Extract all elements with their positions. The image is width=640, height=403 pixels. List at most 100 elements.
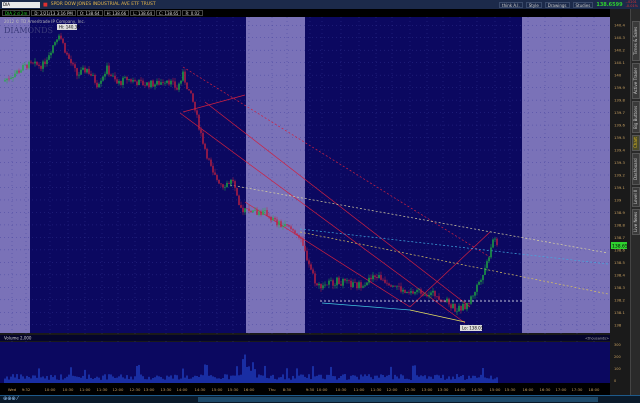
- volume-bar: [42, 376, 44, 383]
- tab-times-sales[interactable]: Times & Sales: [632, 21, 640, 61]
- tab-dashboard[interactable]: Dashboard: [632, 153, 640, 185]
- volume-bar: [212, 376, 214, 383]
- candle-body: [68, 54, 70, 59]
- volume-bar: [204, 364, 206, 383]
- x-tick-label: 11:30: [97, 387, 109, 392]
- think-ai-button[interactable]: think A.I.: [499, 1, 523, 8]
- candle-body: [454, 303, 456, 312]
- candle-body: [300, 237, 302, 239]
- candle-body: [446, 298, 448, 302]
- volume-bar: [408, 379, 410, 383]
- candle-body: [100, 80, 102, 84]
- candle-body: [174, 81, 176, 88]
- volume-bar: [478, 377, 480, 383]
- volume-bar: [44, 378, 46, 383]
- volume-bar: [278, 377, 280, 383]
- hi-label: Hi: 140.38: [59, 25, 80, 30]
- candle-body: [466, 302, 468, 310]
- studies-button[interactable]: Studies: [572, 1, 594, 8]
- x-tick-label: 16:00: [523, 387, 535, 392]
- symbol-description: SPDR DOW JONES INDUSTRIAL AVE ETF TRUST: [50, 2, 156, 7]
- candle-body: [144, 85, 146, 86]
- candle-body: [448, 298, 450, 305]
- volume-bar: [28, 377, 30, 383]
- volume-bar: [226, 374, 228, 383]
- candle-body: [310, 264, 312, 270]
- candle-body: [398, 285, 400, 287]
- volume-bar: [228, 379, 230, 383]
- tab-live-news[interactable]: Live News: [632, 209, 640, 235]
- zoom-icon[interactable]: ⊕⊕⊕ ⁄: [3, 396, 18, 402]
- volume-bar: [142, 376, 144, 383]
- volume-bar: [378, 377, 380, 383]
- y-tick-label: 138.1: [614, 310, 625, 315]
- volume-bar: [8, 379, 10, 383]
- volume-bar: [86, 378, 88, 383]
- x-tick-label: 15:00: [212, 387, 224, 392]
- drawings-button[interactable]: Drawings: [544, 1, 570, 8]
- y-tick-label: 139.4: [614, 148, 625, 153]
- candle-body: [480, 280, 482, 282]
- candle-body: [204, 143, 206, 149]
- tab-level-ii[interactable]: Level II: [632, 187, 640, 207]
- volume-bar: [14, 377, 16, 383]
- volume-bar: [338, 377, 340, 383]
- candle-body: [278, 221, 280, 226]
- tab-chart[interactable]: Chart: [632, 135, 640, 151]
- tab-big-buttons[interactable]: Big Buttons: [632, 101, 640, 133]
- tab-active-trader[interactable]: Active Trader: [632, 63, 640, 99]
- candle-body: [386, 282, 388, 284]
- volume-bar: [224, 374, 226, 383]
- volume-bar: [354, 375, 356, 383]
- volume-bar: [404, 378, 406, 383]
- volume-bar: [12, 374, 14, 383]
- price-chart[interactable]: 2012 © TD Ameritrade IP Company, Inc. DI…: [0, 17, 630, 395]
- volume-bar: [218, 378, 220, 383]
- volume-bar: [450, 379, 452, 383]
- candle-body: [108, 65, 110, 75]
- candle-body: [334, 285, 336, 286]
- volume-bar: [234, 375, 236, 383]
- aggregation-selector[interactable]: DIA 2 d 2m: [2, 10, 31, 16]
- volume-bar: [336, 379, 338, 383]
- candle-body: [382, 279, 384, 281]
- candle-body: [252, 210, 254, 213]
- horizontal-scrollbar[interactable]: [198, 397, 598, 402]
- volume-bar: [436, 374, 438, 383]
- candle-body: [438, 296, 440, 300]
- candle-body: [42, 61, 44, 69]
- x-tick-label: 15:00: [490, 387, 502, 392]
- volume-bar: [198, 376, 200, 383]
- candle-body: [366, 282, 368, 286]
- volume-bar: [18, 379, 20, 383]
- volume-bar: [466, 379, 468, 383]
- volume-bar: [306, 377, 308, 383]
- candle-body: [264, 210, 266, 211]
- volume-bar: [160, 377, 162, 383]
- candle-body: [304, 245, 306, 251]
- volume-bar: [76, 376, 78, 383]
- candle-body: [402, 289, 404, 292]
- volume-bar: [452, 376, 454, 383]
- candle-body: [254, 210, 256, 211]
- candle-body: [418, 289, 420, 291]
- volume-bar: [318, 374, 320, 383]
- candle-body: [154, 84, 156, 87]
- volume-label: Volume: [4, 336, 19, 341]
- volume-bar: [36, 377, 38, 383]
- candle-body: [494, 238, 496, 240]
- y-tick-label: 138: [614, 322, 622, 327]
- x-tick-label: 11:30: [371, 387, 383, 392]
- symbol-input[interactable]: DIA: [2, 1, 40, 8]
- style-button[interactable]: Style: [525, 1, 542, 8]
- volume-bar: [110, 374, 112, 383]
- candle-body: [236, 187, 238, 196]
- candle-body: [66, 52, 68, 55]
- candle-body: [394, 285, 396, 287]
- candle-body: [352, 282, 354, 288]
- x-tick-label: 9:30: [306, 387, 315, 392]
- volume-bar: [448, 376, 450, 383]
- bar-open: O: 138.64: [76, 10, 103, 16]
- volume-bar: [100, 379, 102, 383]
- volume-bar: [174, 374, 176, 383]
